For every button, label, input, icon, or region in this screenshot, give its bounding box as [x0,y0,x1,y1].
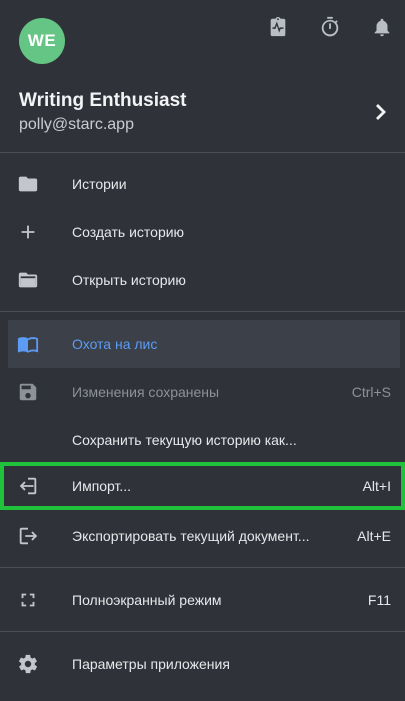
header-icons [267,16,393,38]
divider [0,152,405,153]
app-menu-panel: WE Writing Enthusiast polly@starc.app Ис… [0,0,405,701]
shortcut-label: Ctrl+S [351,384,391,400]
profile-name: Writing Enthusiast [19,90,187,111]
menu-item-label: Экспортировать текущий документ... [72,528,310,544]
shortcut-label: Alt+I [362,478,391,494]
gear-icon [17,653,39,675]
shortcut-label: F11 [367,592,391,608]
import-icon [17,475,39,497]
clipboard-pulse-icon[interactable] [267,16,289,38]
menu-item-save[interactable]: Изменения сохранены Ctrl+S [0,368,405,416]
menu-item-label: Открыть историю [72,272,186,288]
menu-item-label: Параметры приложения [72,656,230,672]
menu-item-open-story[interactable]: Открыть историю [0,256,405,304]
divider [0,311,405,312]
menu-header: WE [0,0,405,80]
chevron-right-icon [375,102,389,122]
menu-item-label: Изменения сохранены [72,384,220,400]
bell-icon[interactable] [371,16,393,38]
avatar-initials: WE [27,31,57,50]
menu-item-settings[interactable]: Параметры приложения [0,640,405,688]
menu-item-label: Импорт... [72,478,132,494]
book-open-icon [17,333,39,355]
menu-item-label: Создать историю [72,224,185,240]
save-icon [17,381,39,403]
menu-item-save-as[interactable]: Сохранить текущую историю как... [0,416,405,464]
divider [0,631,405,632]
folder-icon [17,173,39,195]
menu-item-current-story[interactable]: Охота на лис [8,320,400,368]
avatar[interactable]: WE [19,18,65,64]
menu-item-import[interactable]: Импорт... Alt+I [0,462,405,510]
menu-item-stories[interactable]: Истории [0,160,405,208]
profile-button[interactable]: Writing Enthusiast polly@starc.app [0,86,405,148]
profile-email: polly@starc.app [19,116,134,133]
menu-item-label: Полноэкранный режим [72,592,222,608]
menu-item-label: Сохранить текущую историю как... [72,432,297,448]
menu-item-label: Охота на лис [72,336,158,352]
fullscreen-icon [17,589,39,611]
divider [0,567,405,568]
menu-item-fullscreen[interactable]: Полноэкранный режим F11 [0,576,405,624]
export-icon [17,525,39,547]
shortcut-label: Alt+E [357,528,391,544]
timer-icon[interactable] [319,16,341,38]
plus-icon [17,221,39,243]
menu-item-label: Истории [72,176,127,192]
folder-open-icon [17,269,39,291]
menu-item-export[interactable]: Экспортировать текущий документ... Alt+E [0,512,405,560]
menu-item-create-story[interactable]: Создать историю [0,208,405,256]
